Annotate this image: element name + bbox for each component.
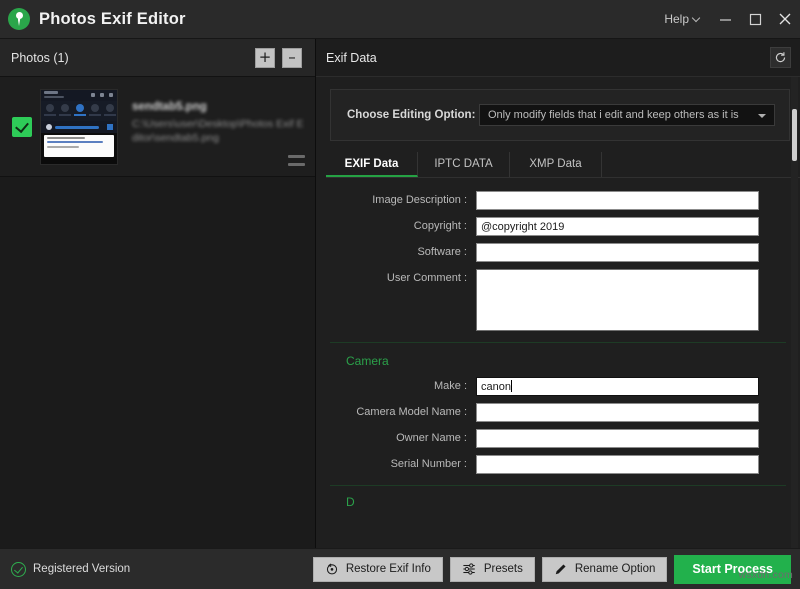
drag-handle-icon[interactable] [288, 155, 305, 166]
tab-exif-data[interactable]: EXIF Data [326, 152, 418, 177]
reset-refresh-icon [774, 51, 787, 64]
owner-name-input[interactable] [476, 429, 759, 448]
field-software: Software : [316, 243, 800, 262]
exif-panel-header: Exif Data [316, 39, 800, 77]
sliders-icon [462, 562, 477, 576]
maximize-icon [749, 13, 762, 26]
copyright-input[interactable]: @copyright 2019 [476, 217, 759, 236]
photo-checkbox[interactable] [12, 117, 32, 137]
image-description-input[interactable] [476, 191, 759, 210]
app-logo-aperture-icon [8, 8, 30, 30]
software-input[interactable] [476, 243, 759, 262]
editing-option-box: Choose Editing Option: Only modify field… [330, 89, 790, 141]
field-image-description: Image Description : [316, 191, 800, 210]
app-window: Photos Exif Editor Help [0, 0, 800, 589]
field-label: Make : [316, 377, 476, 396]
vertical-scrollbar[interactable] [791, 77, 798, 548]
field-serial-number: Serial Number : [316, 455, 800, 474]
editing-option-value: Only modify fields that i edit and keep … [488, 109, 739, 121]
field-label: Image Description : [316, 191, 476, 210]
field-copyright: Copyright : @copyright 2019 [316, 217, 800, 236]
close-icon [778, 12, 792, 26]
titlebar: Photos Exif Editor Help [0, 0, 800, 39]
photos-panel-header: Photos (1) + – [0, 39, 315, 77]
photo-file-path: C:\Users\user\Desktop\Photos Exif Editor… [132, 117, 305, 145]
statusbar: Registered Version Restore Exif Info [0, 548, 800, 589]
check-circle-icon [11, 562, 26, 577]
field-label: Serial Number : [316, 455, 476, 474]
field-label: Camera Model Name : [316, 403, 476, 422]
text-cursor [511, 380, 512, 392]
chevron-down-icon [693, 15, 700, 22]
minimize-icon [719, 13, 732, 26]
statusbar-buttons: Restore Exif Info Presets Rename Option [313, 555, 791, 584]
maximize-button[interactable] [740, 0, 770, 39]
pencil-icon [554, 562, 568, 576]
button-label: Rename Option [575, 563, 656, 575]
presets-button[interactable]: Presets [450, 557, 535, 582]
camera-section-title: Camera [346, 354, 800, 368]
field-label: Copyright : [316, 217, 476, 236]
button-label: Presets [484, 563, 523, 575]
photo-info: sendtab5.png C:\Users\user\Desktop\Photo… [132, 101, 305, 145]
exif-scroll-area: Choose Editing Option: Only modify field… [316, 77, 800, 548]
section-divider [330, 485, 786, 486]
photos-panel: Photos (1) + – [0, 39, 316, 548]
photos-count-label: Photos (1) [11, 51, 69, 65]
make-input[interactable]: canon [476, 377, 759, 396]
next-section-title: D [346, 495, 800, 509]
start-process-button[interactable]: Start Process [674, 555, 791, 584]
list-item[interactable]: sendtab5.png C:\Users\user\Desktop\Photo… [0, 77, 315, 177]
exif-panel-title: Exif Data [326, 51, 377, 65]
photos-actions: + – [255, 48, 302, 68]
registered-label: Registered Version [33, 563, 130, 575]
field-make: Make : canon [316, 377, 800, 396]
remove-photo-button[interactable]: – [282, 48, 302, 68]
section-divider [330, 342, 786, 343]
field-label: Software : [316, 243, 476, 262]
scrollbar-thumb[interactable] [792, 109, 797, 161]
close-button[interactable] [770, 0, 800, 39]
help-label: Help [664, 12, 689, 26]
add-photo-button[interactable]: + [255, 48, 275, 68]
tab-xmp-data[interactable]: XMP Data [510, 152, 602, 177]
field-label: Owner Name : [316, 429, 476, 448]
editing-option-label: Choose Editing Option: [347, 109, 479, 121]
photo-file-name: sendtab5.png [132, 101, 305, 113]
rename-option-button[interactable]: Rename Option [542, 557, 668, 582]
field-label: User Comment : [316, 269, 476, 288]
registered-status: Registered Version [11, 562, 130, 577]
make-value: canon [481, 381, 511, 393]
serial-number-input[interactable] [476, 455, 759, 474]
field-camera-model-name: Camera Model Name : [316, 403, 800, 422]
help-menu-button[interactable]: Help [654, 0, 710, 39]
exif-form: Image Description : Copyright : @copyrig… [316, 178, 800, 509]
field-owner-name: Owner Name : [316, 429, 800, 448]
chevron-down-icon [758, 114, 766, 118]
exif-panel: Exif Data Choose Editing Option: Only mo… [316, 39, 800, 548]
user-comment-textarea[interactable] [476, 269, 759, 331]
editing-option-select[interactable]: Only modify fields that i edit and keep … [479, 104, 775, 126]
minimize-button[interactable] [710, 0, 740, 39]
camera-model-name-input[interactable] [476, 403, 759, 422]
photo-thumbnail [40, 89, 118, 165]
app-title: Photos Exif Editor [39, 10, 186, 29]
restore-exif-info-button[interactable]: Restore Exif Info [313, 557, 443, 582]
restore-icon [325, 562, 339, 576]
button-label: Restore Exif Info [346, 563, 431, 575]
exif-tabs: EXIF Data IPTC DATA XMP Data [326, 153, 800, 178]
tab-iptc-data[interactable]: IPTC DATA [418, 152, 510, 177]
field-user-comment: User Comment : [316, 269, 800, 331]
window-controls: Help [654, 0, 800, 39]
reset-button[interactable] [770, 47, 791, 68]
